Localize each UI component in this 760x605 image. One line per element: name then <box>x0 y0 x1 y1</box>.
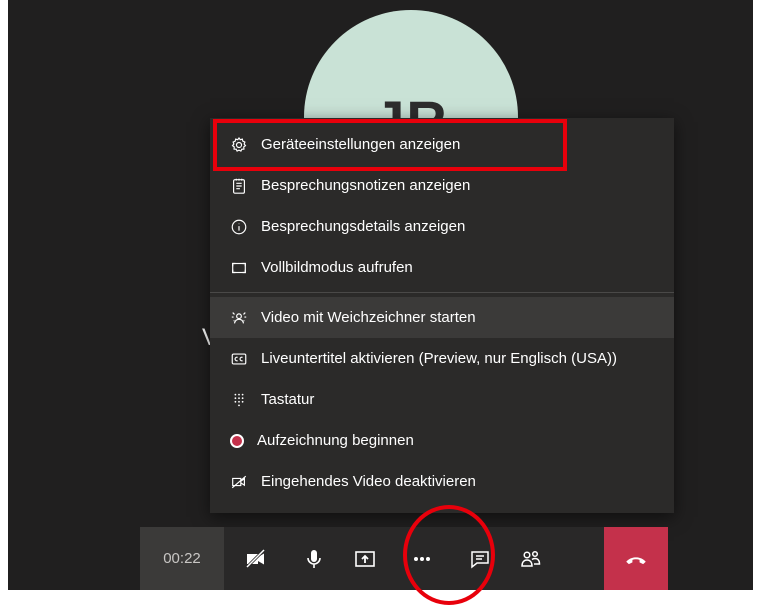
hang-up-icon <box>626 556 646 564</box>
menu-item-blur-video[interactable]: Video mit Weichzeichner starten <box>210 297 674 338</box>
share-screen-icon <box>354 550 375 567</box>
hang-up-button[interactable] <box>604 527 668 590</box>
menu-item-label: Video mit Weichzeichner starten <box>261 309 476 326</box>
share-screen-button[interactable] <box>339 527 390 590</box>
call-timer: 00:22 <box>140 527 224 590</box>
fullscreen-icon <box>228 257 250 279</box>
chat-button[interactable] <box>454 527 505 590</box>
menu-item-start-recording[interactable]: Aufzeichnung beginnen <box>210 420 674 461</box>
menu-item-live-captions[interactable]: Liveuntertitel aktivieren (Preview, nur … <box>210 338 674 379</box>
menu-item-label: Geräteeinstellungen anzeigen <box>261 136 461 153</box>
menu-item-label: Tastatur <box>261 391 315 408</box>
menu-item-meeting-details[interactable]: Besprechungsdetails anzeigen <box>210 206 674 247</box>
gear-icon <box>228 134 250 156</box>
menu-item-meeting-notes[interactable]: Besprechungsnotizen anzeigen <box>210 165 674 206</box>
record-icon <box>226 430 248 452</box>
microphone-toggle-button[interactable] <box>288 527 339 590</box>
blur-icon <box>228 307 250 329</box>
cc-icon <box>228 348 250 370</box>
menu-item-label: Besprechungsnotizen anzeigen <box>261 177 471 194</box>
menu-item-device-settings[interactable]: Geräteeinstellungen anzeigen <box>210 124 674 165</box>
info-icon <box>228 216 250 238</box>
more-actions-menu: Geräteeinstellungen anzeigen Besprechung… <box>210 118 674 513</box>
participants-icon <box>520 550 540 567</box>
call-toolbar: 00:22 <box>140 527 668 590</box>
menu-item-label: Eingehendes Video deaktivieren <box>261 473 476 490</box>
camera-toggle-button[interactable] <box>224 527 288 590</box>
participants-button[interactable] <box>505 527 556 590</box>
more-dots-icon <box>414 556 430 561</box>
notes-icon <box>228 175 250 197</box>
menu-item-dialpad[interactable]: Tastatur <box>210 379 674 420</box>
menu-item-label: Besprechungsdetails anzeigen <box>261 218 466 235</box>
menu-item-disable-incoming-video[interactable]: Eingehendes Video deaktivieren <box>210 461 674 502</box>
menu-item-label: Vollbildmodus aufrufen <box>261 259 413 276</box>
more-actions-button[interactable] <box>390 527 454 590</box>
menu-separator <box>210 292 674 293</box>
microphone-icon <box>306 549 321 568</box>
menu-item-fullscreen[interactable]: Vollbildmodus aufrufen <box>210 247 674 288</box>
video-off-icon <box>228 471 250 493</box>
dialpad-icon <box>228 389 250 411</box>
menu-item-label: Aufzeichnung beginnen <box>257 432 414 449</box>
camera-off-icon <box>245 548 266 568</box>
menu-item-label: Liveuntertitel aktivieren (Preview, nur … <box>261 350 617 367</box>
chat-icon <box>470 550 489 569</box>
